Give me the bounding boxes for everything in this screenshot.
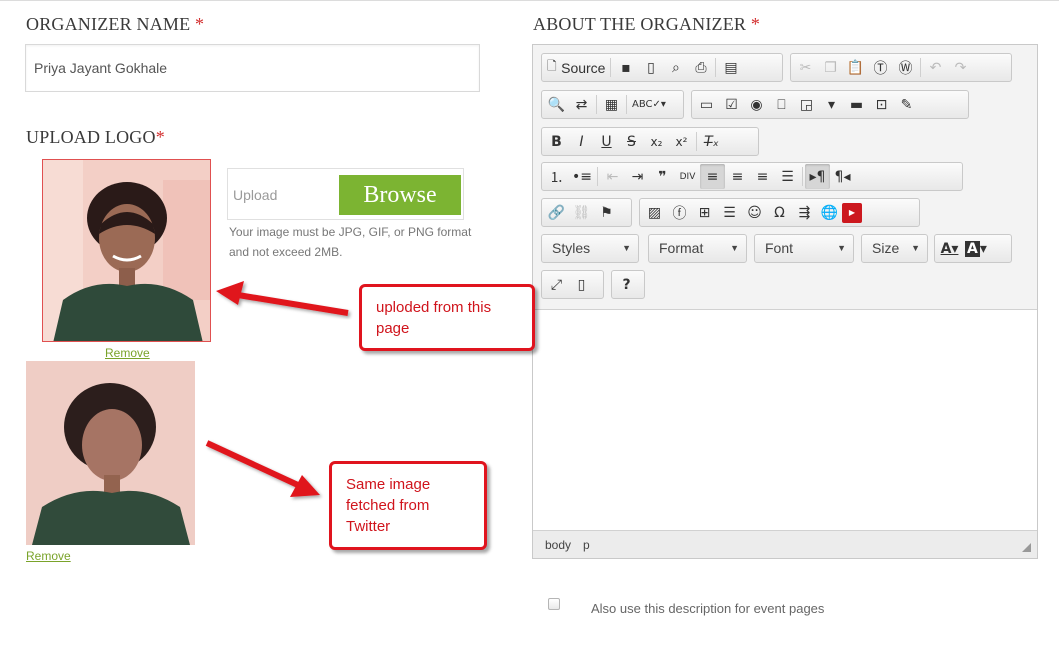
arrow-1 — [216, 281, 349, 316]
arrow-2 — [205, 440, 320, 497]
annotation-callout-2: Same image fetched from Twitter — [329, 461, 487, 550]
annotation-callout-1: uploded from this page — [359, 284, 535, 351]
